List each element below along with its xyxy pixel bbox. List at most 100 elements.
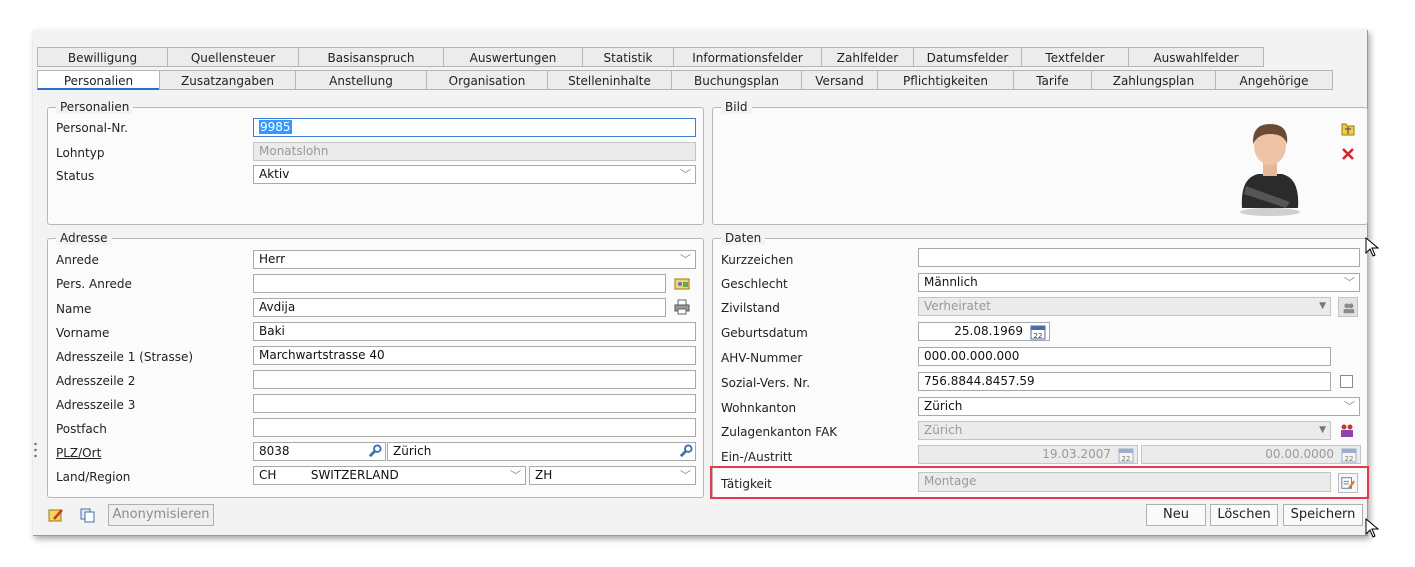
zulagenkanton-label: Zulagenkanton FAK (721, 425, 838, 439)
ahv-field[interactable]: 000.00.000.000 (918, 347, 1331, 366)
postfach-label: Postfach (56, 422, 107, 436)
geburtsdatum-calendar-button[interactable]: 22 (1029, 323, 1047, 341)
name-label: Name (56, 302, 92, 316)
personal-nr-field[interactable]: 9985 (253, 118, 696, 137)
tab-informationsfelder[interactable]: Informationsfelder (673, 47, 821, 67)
tab-pflichtigkeiten[interactable]: Pflichtigkeiten (877, 70, 1013, 90)
plz-ort-label[interactable]: PLZ/Ort (56, 446, 101, 460)
speichern-button[interactable]: Speichern (1283, 504, 1363, 526)
austritt-calendar-button[interactable]: 22 (1340, 446, 1358, 464)
print-button[interactable] (673, 298, 691, 316)
wohnkanton-label: Wohnkanton (721, 401, 797, 415)
adresszeile2-field[interactable] (253, 370, 696, 389)
tab-textfelder[interactable]: Textfelder (1021, 47, 1128, 67)
zulagenkanton-value: Zürich (924, 423, 963, 437)
geschlecht-select[interactable]: Männlich ﹀ (918, 273, 1360, 292)
tab-statistik[interactable]: Statistik (582, 47, 673, 67)
calendar-icon: 22 (1341, 448, 1357, 463)
personalien-group-title: Personalien (56, 100, 134, 114)
adresszeile2-label: Adresszeile 2 (56, 374, 136, 388)
calendar-icon: 22 (1118, 448, 1134, 463)
tab-zahlungsplan[interactable]: Zahlungsplan (1091, 70, 1215, 90)
tab-organisation[interactable]: Organisation (426, 70, 547, 90)
postfach-field[interactable] (253, 418, 696, 437)
tab-personalien[interactable]: Personalien (37, 70, 159, 90)
adresszeile1-label: Adresszeile 1 (Strasse) (56, 350, 194, 364)
tab-tarife[interactable]: Tarife (1013, 70, 1091, 90)
calendar-icon: 22 (1030, 325, 1046, 340)
chevron-down-icon: ﹀ (680, 253, 691, 266)
plz-value: 8038 (259, 444, 290, 458)
tab-auswertungen[interactable]: Auswertungen (443, 47, 582, 67)
loeschen-button[interactable]: Löschen (1210, 504, 1278, 526)
austritt-field: 00.00.0000 (1141, 445, 1361, 464)
pers-anrede-field[interactable] (253, 274, 666, 293)
ein-austritt-label: Ein-/Austritt (721, 450, 793, 464)
daten-group: Daten Kurzzeichen Geschlecht Männlich ﹀ … (710, 231, 1369, 499)
ahv-label: AHV-Nummer (721, 351, 803, 365)
splitter-handle[interactable] (34, 442, 37, 458)
zivilstand-select: Verheiratet ▼ (918, 297, 1331, 316)
mouse-pointer-icon (1365, 517, 1380, 541)
status-select[interactable]: Aktiv ﹀ (253, 165, 696, 184)
plz-search-button[interactable] (365, 442, 383, 460)
eintritt-field: 19.03.2007 (918, 445, 1138, 464)
tab-stelleninhalte[interactable]: Stelleninhalte (547, 70, 671, 90)
personalien-group: Personalien Personal-Nr. 9985 Lohntyp Mo… (47, 100, 704, 225)
pencil-icon (48, 509, 63, 522)
anonymisieren-button[interactable]: Anonymisieren (108, 504, 214, 526)
zulagenkanton-details-button[interactable] (1338, 421, 1356, 439)
anrede-value: Herr (259, 252, 286, 266)
personal-nr-label: Personal-Nr. (56, 121, 128, 135)
geschlecht-label: Geschlecht (721, 277, 788, 291)
tab-anstellung[interactable]: Anstellung (295, 70, 426, 90)
tab-zahlfelder[interactable]: Zahlfelder (821, 47, 913, 67)
edit-note-button[interactable] (47, 506, 65, 524)
chevron-down-icon: ﹀ (1344, 276, 1355, 289)
daten-group-title: Daten (721, 231, 766, 245)
copy-button[interactable] (78, 506, 96, 524)
sozial-checkbox[interactable] (1340, 375, 1353, 388)
adresszeile3-field[interactable] (253, 394, 696, 413)
anrede-select[interactable]: Herr ﹀ (253, 250, 696, 269)
anrede-label: Anrede (56, 253, 99, 267)
kurzzeichen-field[interactable] (918, 248, 1360, 267)
tab-bewilligung[interactable]: Bewilligung (37, 47, 167, 67)
zivilstand-details-button[interactable] (1338, 297, 1358, 317)
tab-quellensteuer[interactable]: Quellensteuer (167, 47, 298, 67)
wohnkanton-value: Zürich (924, 399, 963, 413)
wohnkanton-select[interactable]: Zürich ﹀ (918, 397, 1360, 416)
ort-search-button[interactable] (676, 442, 694, 460)
load-image-button[interactable] (1339, 120, 1357, 138)
lohntyp-field: Monatslohn (253, 142, 696, 161)
wrench-search-icon (368, 443, 382, 457)
tab-zusatzangaben[interactable]: Zusatzangaben (159, 70, 295, 90)
folder-icon (1341, 123, 1355, 136)
tab-angehörige[interactable]: Angehörige (1215, 70, 1333, 90)
tab-buchungsplan[interactable]: Buchungsplan (671, 70, 801, 90)
geburtsdatum-label: Geburtsdatum (721, 326, 808, 340)
eintritt-calendar-button[interactable]: 22 (1117, 446, 1135, 464)
land-select[interactable]: CH SWITZERLAND ﹀ (253, 466, 526, 485)
neu-button[interactable]: Neu (1146, 504, 1206, 526)
sozial-label: Sozial-Vers. Nr. (721, 376, 811, 390)
chevron-down-icon: ﹀ (510, 469, 521, 482)
pers-anrede-button[interactable] (673, 274, 691, 292)
vorname-field[interactable]: Baki (253, 322, 696, 341)
land-code: CH (259, 468, 277, 482)
ort-field[interactable]: Zürich (387, 442, 696, 461)
tab-auswahlfelder[interactable]: Auswahlfelder (1128, 47, 1264, 67)
tab-datumsfelder[interactable]: Datumsfelder (913, 47, 1021, 67)
tab-versand[interactable]: Versand (801, 70, 877, 90)
close-icon (1342, 148, 1354, 160)
tab-basisanspruch[interactable]: Basisanspruch (298, 47, 443, 67)
kurzzeichen-label: Kurzzeichen (721, 253, 794, 267)
wrench-search-icon (679, 443, 693, 457)
sozial-field[interactable]: 756.8844.8457.59 (918, 372, 1331, 391)
name-field[interactable]: Avdija (253, 298, 666, 317)
delete-image-button[interactable] (1339, 145, 1357, 163)
kanton-select[interactable]: ZH ﹀ (529, 466, 696, 485)
geschlecht-value: Männlich (924, 275, 978, 289)
chevron-down-icon: ﹀ (680, 168, 691, 181)
adresszeile1-field[interactable]: Marchwartstrasse 40 (253, 346, 696, 365)
